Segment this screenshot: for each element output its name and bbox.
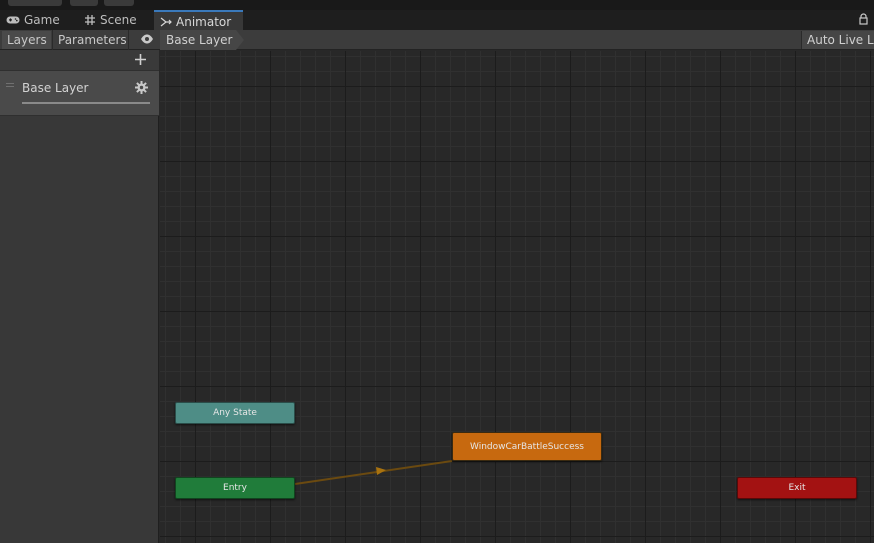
editor-tab-bar: Game Scene Animator — [0, 10, 874, 31]
parameters-tab-button[interactable]: Parameters — [53, 31, 132, 49]
any-state-node[interactable]: Any State — [175, 402, 295, 424]
tab-label: Game — [24, 13, 60, 27]
drag-handle-icon[interactable] — [6, 83, 14, 89]
add-layer-button[interactable] — [134, 53, 147, 69]
node-label: Entry — [223, 483, 247, 493]
state-machine-graph[interactable]: Any State Entry WindowCarBattleSuccess E… — [160, 51, 874, 543]
default-state-node[interactable]: WindowCarBattleSuccess — [452, 432, 602, 461]
gear-icon[interactable] — [135, 81, 148, 97]
transition-layer — [294, 460, 453, 485]
grid-icon — [85, 15, 95, 25]
tab-label: Animator — [176, 14, 232, 29]
layers-label: Layers — [7, 33, 47, 47]
eye-icon[interactable] — [140, 33, 154, 48]
toolbar-stub[interactable] — [8, 0, 62, 6]
exit-node[interactable]: Exit — [737, 477, 857, 499]
tab-animator[interactable]: Animator — [154, 10, 243, 31]
layer-name: Base Layer — [22, 81, 89, 95]
breadcrumb-base-layer[interactable]: Base Layer — [160, 30, 244, 50]
breadcrumb-label: Base Layer — [166, 33, 233, 47]
auto-live-link-label: Auto Live Lin — [807, 33, 874, 47]
layers-tab-button[interactable]: Layers — [2, 31, 51, 49]
toolbar-stub[interactable] — [104, 0, 134, 6]
plus-icon — [135, 54, 146, 65]
tab-game[interactable]: Game — [0, 10, 66, 30]
node-label: WindowCarBattleSuccess — [470, 441, 584, 452]
layers-add-bar — [0, 50, 159, 70]
gamepad-icon — [6, 16, 20, 24]
tab-scene[interactable]: Scene — [78, 10, 143, 30]
auto-live-link-button[interactable]: Auto Live Lin — [801, 31, 874, 49]
animator-icon — [160, 17, 172, 26]
node-label: Any State — [213, 408, 257, 418]
layer-item-base-layer[interactable]: Base Layer — [0, 70, 159, 116]
layers-panel: Base Layer — [0, 50, 159, 543]
window-top-strip — [0, 0, 874, 10]
lock-icon[interactable] — [859, 13, 868, 28]
parameters-label: Parameters — [58, 33, 127, 47]
animator-toolbar: Layers Parameters Base Layer Auto Live L… — [0, 30, 874, 50]
layer-weight-bar[interactable] — [22, 102, 150, 104]
tab-label: Scene — [100, 13, 137, 27]
toolbar-stub[interactable] — [70, 0, 98, 6]
divider — [128, 30, 129, 50]
node-label: Exit — [788, 483, 806, 493]
entry-node[interactable]: Entry — [175, 477, 295, 499]
transition-arrow[interactable] — [294, 460, 453, 485]
